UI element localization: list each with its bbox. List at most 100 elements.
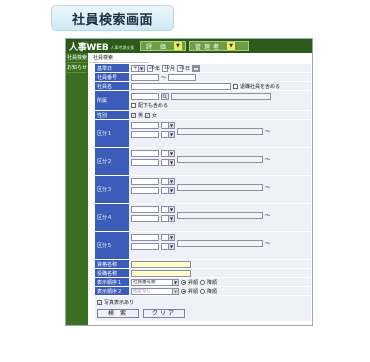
sort2-asc-radio[interactable] <box>181 288 186 294</box>
clear-button[interactable]: クリア <box>143 309 185 318</box>
kubun-to-select[interactable]: ▼ <box>161 243 175 250</box>
main-content: 社員検索 基準日 平成▼ 26 年 10 月 31 日 <box>88 53 312 325</box>
form-footer: ✓ 写真表示あり 検 索 クリア <box>95 296 311 321</box>
chevron-down-icon[interactable]: ▼ <box>173 42 182 50</box>
row-gender: 性別 ✓ 男 ✓ 女 <box>95 111 311 120</box>
sort2-select[interactable]: 指定なし ▼ <box>131 287 179 295</box>
top-bar: 人事WEB 人事考課支援 評 価 ▼ 管理者 ▼ <box>66 39 312 53</box>
sort1-select[interactable]: 社員番号順 ▼ <box>131 278 179 286</box>
menu-evaluation-label: 評 価 <box>146 43 169 51</box>
chevron-down-icon: ▼ <box>168 151 174 156</box>
employee-no-from-input[interactable] <box>131 73 159 81</box>
sort1-desc-radio[interactable] <box>200 279 206 285</box>
kubun-from-select[interactable]: ▼ <box>161 122 175 129</box>
sort2-label: 表示順序２ <box>95 287 129 295</box>
menu-evaluation[interactable]: 評 価 ▼ <box>140 41 186 51</box>
row-kubun-3: 区分３ ▼ ▼ 〜 <box>95 176 311 204</box>
kubun-to-code-input[interactable] <box>131 215 159 222</box>
chevron-down-icon[interactable]: ▼ <box>227 42 236 50</box>
kubun-to-select[interactable]: ▼ <box>161 215 175 222</box>
kubun-range-separator: 〜 <box>265 213 271 219</box>
tab-employee-search[interactable]: 社員検索 <box>89 54 149 63</box>
app-window: 人事WEB 人事考課支援 評 価 ▼ 管理者 ▼ 社員検索 お知らせ 社員検索 … <box>65 38 313 326</box>
kubun-from-code-input[interactable] <box>131 178 159 185</box>
kubun-from-code-input[interactable] <box>131 150 159 157</box>
calendar-icon[interactable] <box>192 64 201 72</box>
sidebar-item-employee-search[interactable]: 社員検索 <box>67 54 87 63</box>
page-title: 社員検索画面 <box>51 5 174 31</box>
row-kubun-5: 区分５ ▼ ▼ 〜 <box>95 232 311 260</box>
kubun-range-separator: 〜 <box>265 185 271 191</box>
kubun-from-code-input[interactable] <box>131 122 159 129</box>
chevron-down-icon: ▼ <box>168 244 174 249</box>
kubun-to-code-input[interactable] <box>131 159 159 166</box>
kubun-name-display <box>177 128 263 135</box>
menu-admin[interactable]: 管理者 ▼ <box>189 41 249 51</box>
kubun-from-select[interactable]: ▼ <box>161 206 175 213</box>
employee-name-input[interactable] <box>131 82 231 90</box>
chevron-down-icon: ▼ <box>168 207 174 212</box>
kubun-label: 区分４ <box>95 204 129 231</box>
kubun-from-code-input[interactable] <box>131 234 159 241</box>
row-position: 役職名称 <box>95 269 311 278</box>
include-retired-checkbox[interactable] <box>233 83 238 89</box>
kubun-from-select[interactable]: ▼ <box>161 150 175 157</box>
include-subordinate-checkbox[interactable] <box>131 102 136 108</box>
department-code-input[interactable] <box>131 92 159 100</box>
day-input[interactable]: 31 <box>177 64 185 72</box>
search-button[interactable]: 検 索 <box>97 309 139 318</box>
kubun-to-select[interactable]: ▼ <box>161 159 175 166</box>
era-select[interactable]: 平成▼ <box>131 64 145 72</box>
row-kubun-1: 区分１ ▼ ▼ 〜 <box>95 120 311 148</box>
chevron-down-icon: ▼ <box>172 279 178 285</box>
kubun-label: 区分５ <box>95 232 129 259</box>
kubun-name-display <box>177 184 263 191</box>
month-input[interactable]: 10 <box>162 64 170 72</box>
chevron-down-icon: ▼ <box>168 132 174 137</box>
show-photo-checkbox[interactable]: ✓ <box>97 300 102 305</box>
kubun-to-code-input[interactable] <box>131 187 159 194</box>
kubun-range-separator: 〜 <box>265 241 271 247</box>
app-logo: 人事WEB 人事考課支援 <box>67 39 139 53</box>
position-input[interactable] <box>131 269 191 277</box>
kubun-to-select[interactable]: ▼ <box>161 131 175 138</box>
row-sort1: 表示順序１ 社員番号順 ▼ 昇順 降順 <box>95 278 311 287</box>
kubun-name-display <box>177 156 263 163</box>
chevron-down-icon: ▼ <box>168 160 174 165</box>
row-employee-name: 社員名 退職社員を含める <box>95 82 311 91</box>
qualification-input[interactable] <box>131 260 191 268</box>
kubun-label: 区分１ <box>95 120 129 147</box>
kubun-range-separator: 〜 <box>265 157 271 163</box>
kubun-section: 区分１ ▼ ▼ 〜区分２ ▼ ▼ 〜区分３ ▼ ▼ 〜区分４ ▼ ▼ 〜区分５ ▼ ▼ 〜 <box>95 120 311 260</box>
employee-no-to-input[interactable] <box>168 73 197 81</box>
search-icon[interactable] <box>161 92 169 100</box>
kubun-label: 区分２ <box>95 148 129 175</box>
kubun-from-code-input[interactable] <box>131 206 159 213</box>
kubun-from-select[interactable]: ▼ <box>161 178 175 185</box>
kubun-from-select[interactable]: ▼ <box>161 234 175 241</box>
logo-sub-text: 人事考課支援 <box>110 45 135 50</box>
sidebar-item-notices[interactable]: お知らせ <box>67 64 87 73</box>
kubun-to-select[interactable]: ▼ <box>161 187 175 194</box>
chevron-down-icon: ▼ <box>168 179 174 184</box>
gender-female-checkbox[interactable]: ✓ <box>145 112 151 118</box>
gender-male-checkbox[interactable]: ✓ <box>131 112 136 118</box>
position-label: 役職名称 <box>95 269 129 277</box>
row-base-date: 基準日 平成▼ 26 年 10 月 31 日 <box>95 64 311 73</box>
kubun-to-code-input[interactable] <box>131 243 159 250</box>
kubun-name-display <box>177 212 263 219</box>
sort2-desc-radio[interactable] <box>200 288 206 294</box>
row-kubun-2: 区分２ ▼ ▼ 〜 <box>95 148 311 176</box>
department-label: 所属 <box>95 91 129 110</box>
sort1-asc-radio[interactable] <box>181 279 186 285</box>
chevron-down-icon: ▼ <box>172 288 178 294</box>
employee-name-label: 社員名 <box>95 82 129 90</box>
department-name-display <box>171 92 271 100</box>
year-input[interactable]: 26 <box>147 64 155 72</box>
chevron-down-icon: ▼ <box>168 216 174 221</box>
sort1-label: 表示順序１ <box>95 278 129 286</box>
kubun-to-code-input[interactable] <box>131 131 159 138</box>
sidebar: 社員検索 お知らせ <box>66 53 88 325</box>
kubun-label: 区分３ <box>95 176 129 203</box>
chevron-down-icon: ▼ <box>168 188 174 193</box>
